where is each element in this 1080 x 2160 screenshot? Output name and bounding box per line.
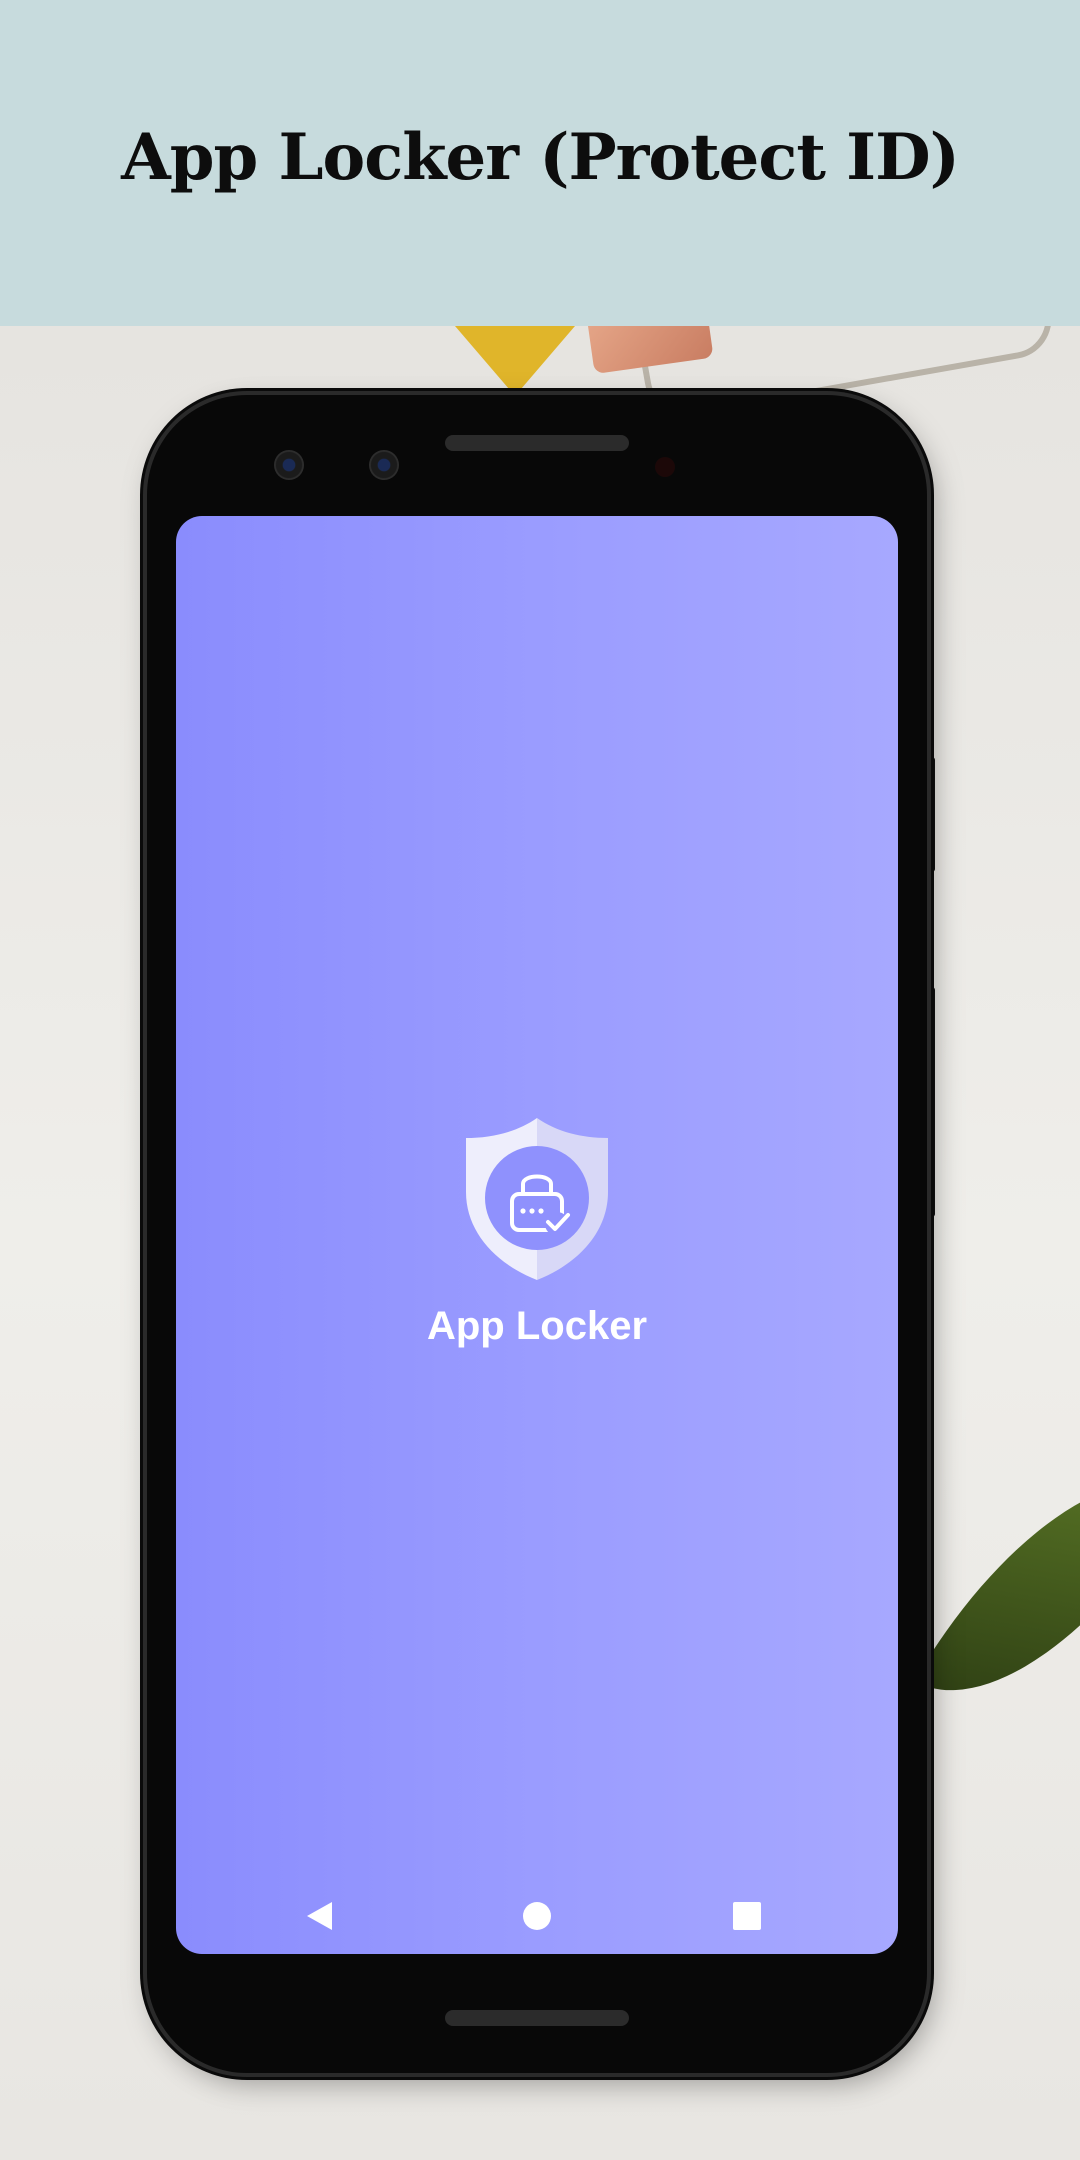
recents-square-icon[interactable] <box>729 1898 765 1934</box>
volume-button <box>927 987 935 1217</box>
system-navigation-bar <box>176 1886 898 1946</box>
plant-leaf-decoration <box>914 1421 1080 1751</box>
app-name-label: App Locker <box>426 1304 648 1348</box>
back-triangle-icon[interactable] <box>301 1898 337 1934</box>
splash-screen: App Locker <box>176 516 898 1954</box>
top-banner: App Locker (Protect ID) <box>0 0 1080 326</box>
proximity-sensor <box>655 457 675 477</box>
front-camera-icon <box>274 450 304 480</box>
banner-title: App Locker (Protect ID) <box>121 120 960 195</box>
front-camera-icon <box>369 450 399 480</box>
star-decoration <box>455 326 575 396</box>
bottom-speaker <box>445 2010 629 2026</box>
earpiece-speaker <box>445 435 629 451</box>
home-circle-icon[interactable] <box>519 1898 555 1934</box>
power-button <box>927 757 935 872</box>
phone-frame: App Locker <box>147 395 927 2073</box>
shield-lock-icon <box>462 1114 612 1284</box>
